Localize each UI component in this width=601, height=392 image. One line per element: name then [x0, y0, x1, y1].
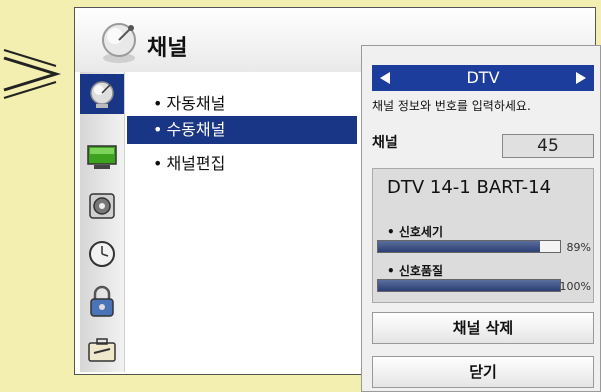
signal-strength-fill [378, 241, 540, 252]
channel-label: 채널 [372, 135, 398, 151]
signal-quality-value: 100% [559, 280, 591, 293]
delete-channel-button[interactable]: 채널 삭제 [372, 312, 594, 344]
category-sidebar [80, 72, 125, 372]
signal-strength-label: • 신호세기 [387, 225, 444, 239]
satellite-dish-icon [102, 23, 136, 63]
arrow-left-icon[interactable] [380, 72, 390, 84]
speaker-icon [89, 193, 115, 219]
close-button[interactable]: 닫기 [372, 356, 594, 388]
arrow-right-icon[interactable] [576, 72, 586, 84]
instruction-text: 채널 정보와 번호를 입력하세요. [372, 99, 531, 113]
manual-channel-panel: DTV 채널 정보와 번호를 입력하세요. 채널 45 DTV 14-1 BAR… [361, 45, 601, 392]
signal-strength-value: 89% [566, 241, 591, 254]
sidebar-item-options[interactable] [80, 330, 124, 370]
back-arrow-icon[interactable] [0, 48, 62, 100]
lock-icon [90, 285, 114, 317]
mode-label: DTV [466, 68, 500, 87]
submenu-item-channel-edit[interactable]: • 채널편집 [127, 150, 357, 178]
page-title: 채널 [147, 36, 188, 61]
submenu-item-manual-channel[interactable]: • 수동채널 [127, 116, 357, 144]
channel-info-box: DTV 14-1 BART-14 • 신호세기 89% • 신호품질 100% [372, 168, 594, 303]
sidebar-item-picture[interactable] [80, 138, 124, 178]
sidebar-item-channel[interactable] [80, 74, 124, 114]
channel-name: DTV 14-1 BART-14 [387, 177, 552, 198]
channel-number-field[interactable]: 45 [502, 134, 594, 158]
signal-quality-bar [377, 279, 561, 292]
submenu-item-auto-channel[interactable]: • 자동채널 [127, 90, 357, 118]
sidebar-item-time[interactable] [80, 234, 124, 274]
signal-quality-fill [378, 280, 560, 291]
monitor-icon [87, 145, 117, 169]
signal-strength-bar [377, 240, 561, 253]
clock-icon [89, 241, 115, 267]
sidebar-item-lock[interactable] [80, 282, 124, 322]
mode-selector[interactable]: DTV [372, 65, 594, 91]
toolbox-icon [88, 338, 116, 362]
signal-quality-label: • 신호품질 [387, 264, 444, 278]
satellite-dish-icon [90, 81, 114, 108]
sidebar-item-audio[interactable] [80, 186, 124, 226]
